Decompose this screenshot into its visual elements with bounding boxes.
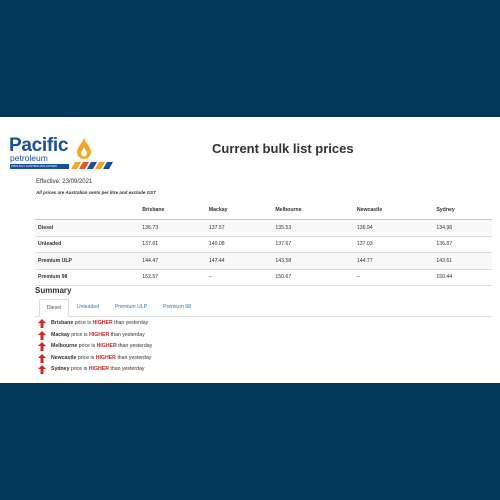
price-cell: 136.94 [356, 219, 437, 237]
pacific-petroleum-logo[interactable]: Pacific petroleum PROUDLY AUSTRALIAN OWN… [9, 136, 114, 172]
page-title: Current bulk list prices [212, 141, 354, 156]
summary-post: than yesterday [108, 366, 145, 372]
price-cell: 152.57 [142, 269, 209, 286]
logo-subtitle: petroleum [10, 153, 48, 163]
fuel-name-cell: Premium 98 [35, 269, 143, 286]
table-row: Premium ULP 144.47 147.44 143.58 144.77 … [35, 252, 492, 270]
summary-post: than yesterday [112, 320, 149, 326]
summary-city: Brisbane [51, 320, 74, 326]
fuel-name-cell: Premium ULP [35, 252, 143, 270]
summary-post: than yesterday [115, 354, 152, 361]
summary-city: Sydney [51, 366, 70, 372]
price-cell: 147.44 [208, 252, 276, 270]
price-cell: 137.03 [356, 236, 437, 253]
summary-pre: price is [69, 366, 89, 372]
logo-stripes-icon [71, 162, 113, 169]
fuel-name-cell: Unleaded [35, 236, 143, 253]
arrow-up-icon [38, 353, 46, 363]
summary-direction: HIGHER [92, 320, 113, 326]
column-header-melbourne: Melbourne [275, 200, 357, 220]
tab-diesel[interactable]: Diesel [39, 299, 69, 317]
logo-tagline: PROUDLY AUSTRALIAN OWNED [10, 164, 69, 169]
summary-direction: HIGHER [89, 331, 110, 338]
summary-city: Newcastle [51, 354, 77, 361]
summary-pre: price is [73, 320, 93, 326]
price-cell: 143.58 [275, 252, 357, 270]
price-cell: 136.73 [142, 219, 209, 237]
summary-pre: price is [77, 343, 97, 349]
summary-direction: HIGHER [88, 366, 109, 372]
summary-pre: price is [76, 354, 96, 361]
summary-tabs: Diesel Unleaded Premium ULP Premium 98 [35, 299, 492, 317]
column-header-mackay: Mackay [208, 200, 276, 220]
top-background-band [0, 0, 500, 117]
price-cell: 144.47 [142, 252, 209, 270]
price-cell: 140.08 [208, 236, 276, 253]
tab-unleaded[interactable]: Unleaded [71, 299, 105, 316]
price-cell: 137.61 [142, 236, 209, 253]
price-cell: 143.61 [436, 252, 492, 270]
price-cell: 150.44 [436, 269, 492, 286]
price-cell: 137.67 [275, 236, 357, 253]
price-cell: 137.57 [208, 219, 276, 237]
arrow-up-icon [38, 330, 46, 340]
tab-premium-ulp[interactable]: Premium ULP [107, 299, 155, 316]
summary-post: than yesterday [109, 331, 145, 338]
arrow-up-icon [38, 319, 46, 328]
tab-premium-98[interactable]: Premium 98 [157, 299, 197, 316]
column-header-brisbane: Brisbane [142, 200, 209, 220]
summary-post: than yesterday [116, 343, 153, 349]
price-cell: – [208, 269, 276, 286]
fuel-name-cell: Diesel [35, 219, 143, 237]
column-header-sydney: Sydney [436, 200, 492, 220]
column-header-newcastle: Newcastle [356, 200, 437, 220]
flame-drop-icon [77, 138, 91, 159]
table-row: Unleaded 137.61 140.08 137.67 137.03 136… [35, 236, 492, 253]
summary-city: Melbourne [51, 343, 78, 349]
arrow-up-icon [38, 342, 46, 351]
bottom-background-band [0, 383, 500, 500]
price-panel: Pacific petroleum PROUDLY AUSTRALIAN OWN… [0, 117, 500, 383]
table-row: Premium 98 152.57 – 150.67 – 150.44 [35, 269, 492, 286]
price-cell: 136.87 [436, 236, 492, 253]
summary-direction: HIGHER [96, 343, 117, 349]
price-cell: 150.67 [275, 269, 357, 286]
table-header-row: Brisbane Mackay Melbourne Newcastle Sydn… [35, 200, 492, 220]
price-cell: 134.98 [436, 219, 492, 237]
arrow-up-icon [38, 365, 46, 374]
summary-direction: HIGHER [95, 354, 116, 361]
summary-city: Mackay [51, 331, 70, 338]
table-row: Diesel 136.73 137.57 135.53 136.94 134.9… [35, 219, 492, 237]
summary-heading: Summary [35, 286, 72, 295]
price-cell: – [356, 269, 437, 286]
price-cell: 135.53 [275, 219, 357, 237]
price-note: All prices are Australian cents per litr… [36, 190, 156, 195]
price-table: Brisbane Mackay Melbourne Newcastle Sydn… [35, 200, 492, 286]
summary-pre: price is [69, 331, 90, 338]
price-cell: 144.77 [356, 252, 437, 270]
effective-date: Effective: 23/09/2021 [36, 179, 93, 185]
column-header-fuel [35, 200, 143, 220]
